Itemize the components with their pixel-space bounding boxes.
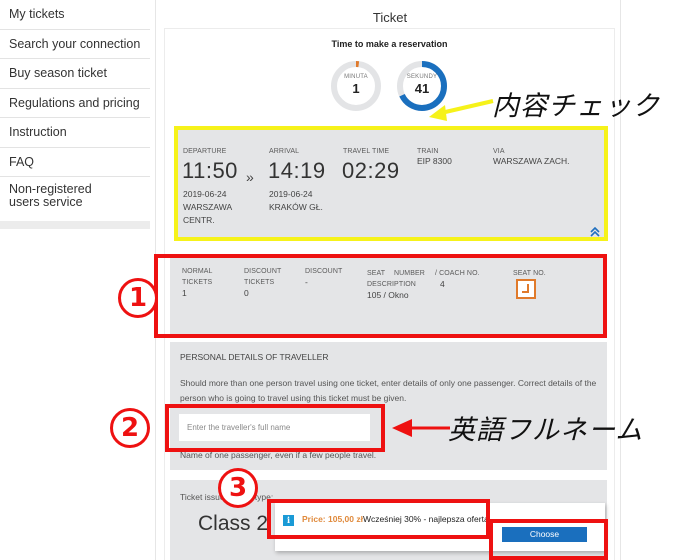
sidebar-item-regulations-pricing[interactable]: Regulations and pricing	[0, 89, 150, 118]
annotation-content-check: 内容チェック	[492, 91, 660, 122]
annotation-red-frame-4	[489, 519, 608, 560]
annotation-yellow-frame	[174, 126, 608, 241]
annotation-step-3: 3	[218, 468, 258, 508]
ticket-class-label: Class 2	[198, 512, 269, 535]
annotation-full-name-english: 英語フルネーム	[448, 415, 644, 446]
annotation-step-2: 2	[110, 408, 150, 448]
sidebar-item-search-connection[interactable]: Search your connection	[0, 30, 150, 59]
annotation-red-arrow	[392, 419, 450, 437]
sidebar-item-non-registered-service[interactable]: Non-registered users service	[0, 177, 130, 221]
minutes-value: 1	[352, 81, 360, 96]
personal-details-heading: PERSONAL DETAILS OF TRAVELLER	[180, 352, 329, 362]
sidebar-footer-bar	[0, 221, 150, 229]
reservation-timer-title: Time to make a reservation	[331, 39, 448, 49]
minutes-label: MINUTA	[344, 74, 368, 80]
annotation-step-1: 1	[118, 278, 158, 318]
annotation-yellow-arrow	[429, 99, 494, 121]
seconds-label: SEKUNDY	[406, 74, 438, 80]
annotation-red-frame-1	[154, 254, 607, 338]
page-title: Ticket	[372, 10, 408, 25]
personal-details-instructions: Should more than one person travel using…	[180, 378, 597, 403]
sidebar-item-buy-season-ticket[interactable]: Buy season ticket	[0, 59, 150, 89]
annotation-red-frame-3	[267, 499, 490, 539]
sidebar-item-my-tickets[interactable]: My tickets	[0, 0, 150, 30]
sidebar-item-faq[interactable]: FAQ	[0, 148, 150, 177]
annotation-red-frame-2	[165, 404, 385, 452]
seconds-value: 41	[414, 81, 430, 96]
sidebar-item-instruction[interactable]: Instruction	[0, 118, 150, 148]
minutes-ring: MINUTA 1	[330, 60, 382, 112]
